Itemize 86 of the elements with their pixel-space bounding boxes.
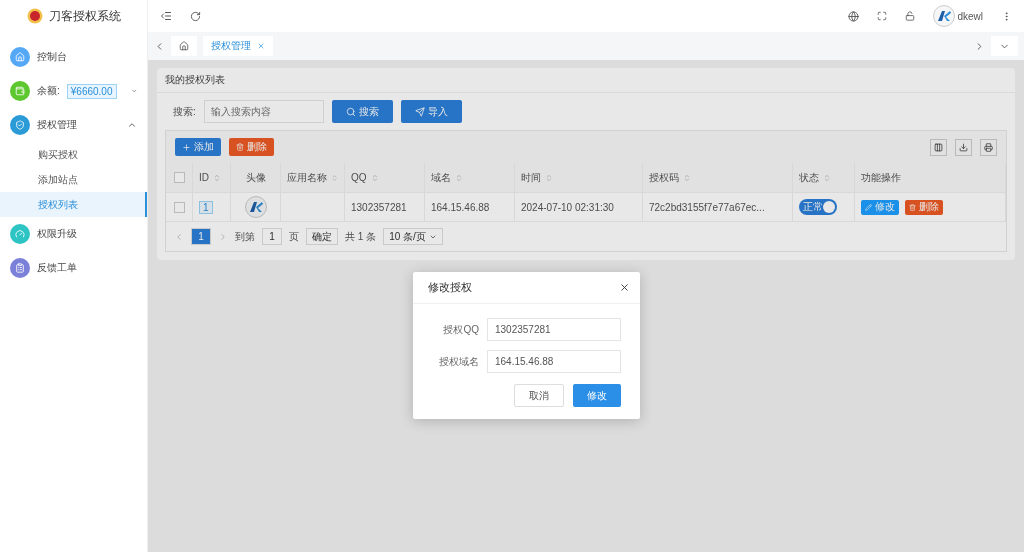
- next-page-icon[interactable]: [218, 231, 228, 242]
- table-cell: 1302357281: [345, 193, 425, 222]
- menu-label: 控制台: [37, 50, 67, 64]
- search-field[interactable]: 输入搜索内容: [203, 100, 324, 123]
- lock-icon[interactable]: [905, 11, 916, 21]
- checkbox[interactable]: [173, 201, 185, 213]
- cancel-button[interactable]: 取消: [514, 384, 564, 407]
- field-label: 授权域名: [438, 354, 479, 369]
- print-icon: [984, 142, 993, 152]
- sidebar-item[interactable]: 控制台: [0, 40, 147, 74]
- goto-label: 到第: [235, 229, 255, 244]
- tab[interactable]: 授权管理: [203, 36, 273, 56]
- sort-icon[interactable]: [213, 173, 221, 182]
- globe-icon[interactable]: [848, 10, 860, 22]
- column-header[interactable]: QQ: [351, 172, 367, 183]
- sort-icon[interactable]: [331, 173, 338, 182]
- plus-icon: [182, 142, 191, 152]
- input-field[interactable]: 164.15.46.88: [487, 350, 621, 373]
- page-input[interactable]: 1: [262, 228, 282, 245]
- app-title: 刀客授权系统: [48, 7, 121, 25]
- column-header[interactable]: 域名: [431, 170, 451, 185]
- table-cell: 2024-07-10 02:31:30: [515, 193, 643, 222]
- page-size-select[interactable]: 10 条/页: [383, 228, 443, 245]
- sort-icon[interactable]: [370, 173, 379, 182]
- column-header[interactable]: ID: [199, 172, 209, 183]
- fullscreen-icon[interactable]: [877, 11, 888, 21]
- balance-badge: ¥6660.00: [66, 83, 117, 99]
- column-header[interactable]: 时间: [521, 170, 541, 185]
- submenu-item[interactable]: 添加站点: [0, 167, 147, 192]
- field-label: 授权QQ: [442, 322, 479, 337]
- sidebar-item[interactable]: 余额: ¥6660.00: [0, 74, 147, 108]
- sidebar-item[interactable]: 权限升级: [0, 217, 147, 251]
- page-label: 页: [289, 229, 299, 244]
- column-header: 功能操作: [861, 170, 901, 185]
- columns-button[interactable]: [930, 138, 947, 156]
- avatar-icon: [933, 5, 956, 27]
- id-badge: 1: [199, 200, 213, 214]
- trash-icon: [236, 143, 244, 151]
- menu-icon[interactable]: [160, 10, 172, 22]
- close-icon[interactable]: [619, 282, 630, 293]
- user-name[interactable]: dkewl: [957, 10, 983, 22]
- delete-button[interactable]: 删除: [229, 138, 274, 156]
- menu-label: 余额:: [37, 84, 60, 98]
- add-button[interactable]: 添加: [175, 138, 221, 156]
- confirm-button[interactable]: 确定: [306, 228, 338, 245]
- status-toggle[interactable]: 正常: [799, 199, 837, 215]
- checkbox[interactable]: [173, 172, 185, 183]
- column-header: 头像: [245, 170, 266, 185]
- sort-icon[interactable]: [823, 173, 831, 182]
- table-cell: 164.15.46.88: [425, 193, 515, 222]
- trash-icon: [909, 203, 916, 211]
- search-icon: [345, 106, 356, 117]
- print-button[interactable]: [980, 138, 997, 156]
- refresh-icon[interactable]: [190, 10, 201, 22]
- sort-icon[interactable]: [683, 173, 691, 182]
- menu-label: 权限升级: [37, 227, 77, 241]
- home-icon: [179, 41, 189, 51]
- search-label: 搜索:: [173, 104, 196, 119]
- column-header[interactable]: 授权码: [649, 170, 679, 185]
- table-cell: 72c2bd3155f7e77a67ec...: [643, 193, 793, 222]
- delete-row-button[interactable]: 删除: [905, 199, 943, 215]
- import-button[interactable]: 导入: [400, 100, 462, 123]
- download-icon: [959, 142, 968, 152]
- total-count: 共 1 条: [345, 229, 377, 244]
- sidebar-item[interactable]: 反馈工单: [0, 251, 147, 285]
- input-field[interactable]: 1302357281: [487, 318, 621, 341]
- pencil-icon: [865, 203, 872, 211]
- home-tab[interactable]: [171, 36, 197, 56]
- column-header[interactable]: 状态: [799, 170, 819, 185]
- send-icon: [414, 106, 425, 117]
- columns-icon: [934, 142, 943, 152]
- menu-label: 反馈工单: [37, 261, 77, 275]
- menu-label: 授权管理: [37, 118, 77, 132]
- sort-icon[interactable]: [545, 173, 553, 182]
- submenu-item[interactable]: 购买授权: [0, 142, 147, 167]
- dialog-title: 修改授权: [428, 280, 472, 295]
- avatar-icon: [244, 196, 267, 218]
- sort-icon[interactable]: [455, 173, 463, 182]
- export-button[interactable]: [955, 138, 972, 156]
- page-button[interactable]: 1: [191, 228, 211, 245]
- logo-icon: [26, 8, 43, 24]
- column-header[interactable]: 应用名称: [287, 170, 327, 185]
- sidebar-item[interactable]: 授权管理: [0, 108, 147, 142]
- prev-page-icon[interactable]: [174, 231, 184, 242]
- search-button[interactable]: 搜索: [331, 100, 393, 123]
- panel-title: 我的授权列表: [157, 68, 1015, 93]
